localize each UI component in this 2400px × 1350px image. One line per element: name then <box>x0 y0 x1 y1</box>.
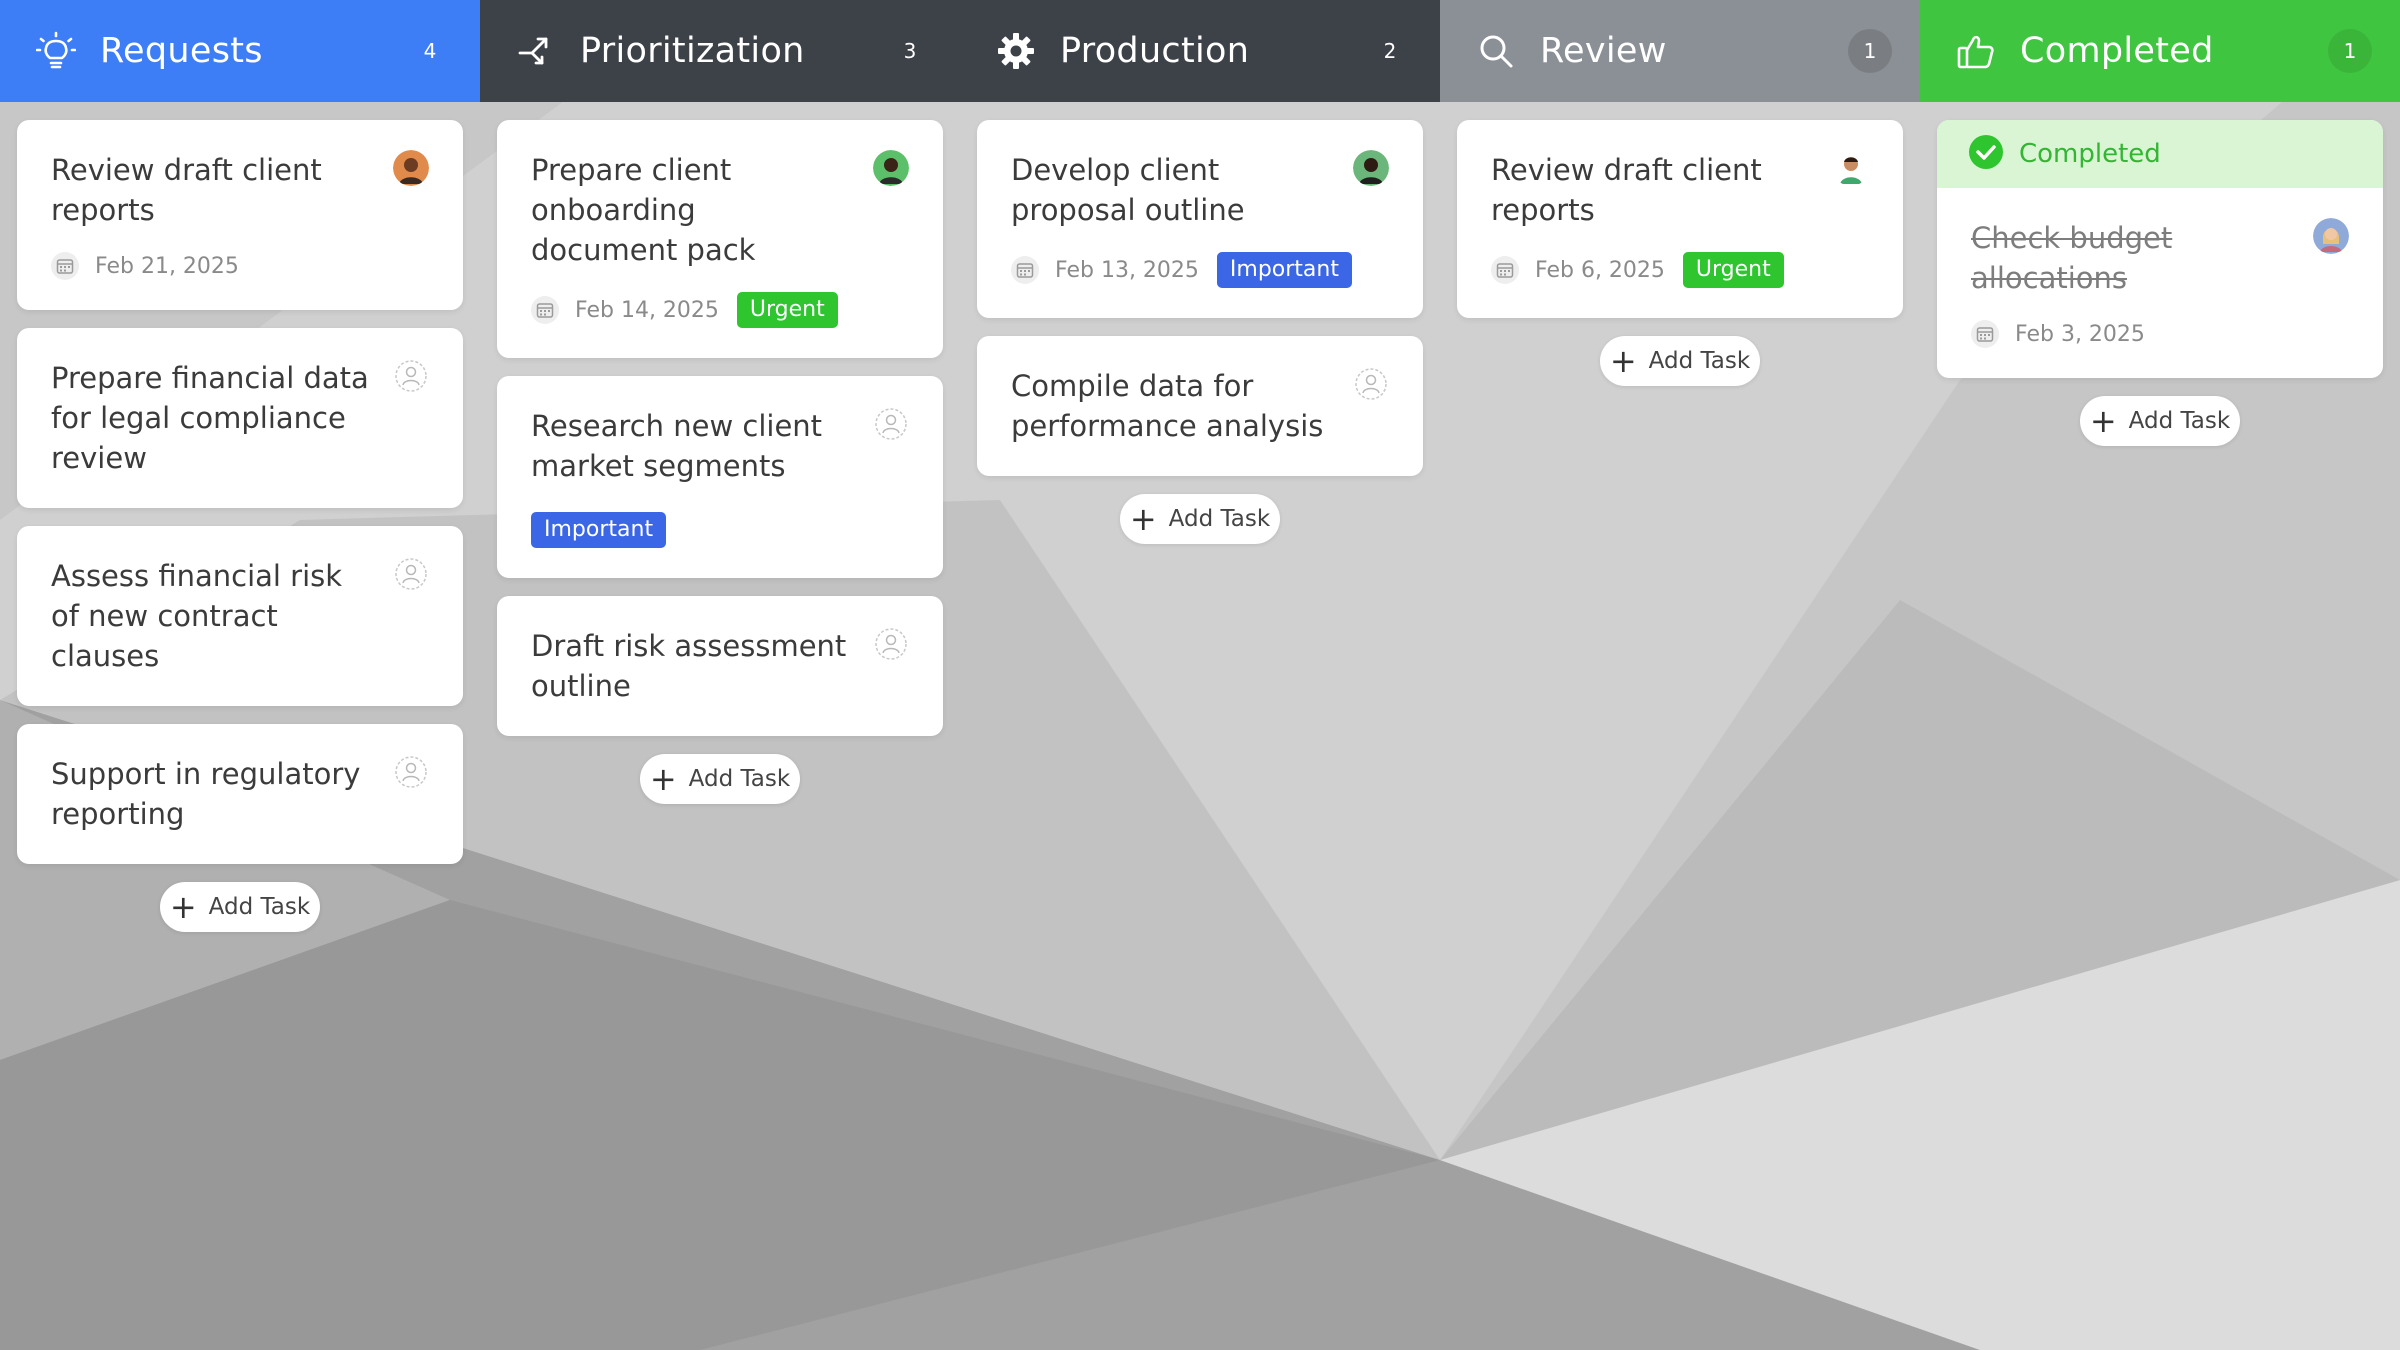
task-card[interactable]: Assess financial risk of new contract cl… <box>17 526 463 706</box>
add-task-button[interactable]: + Add Task <box>2080 396 2240 446</box>
column-completed: Completed 1 Completed Check budget alloc… <box>1920 0 2400 1350</box>
unassigned-user-icon[interactable] <box>393 556 429 592</box>
unassigned-user-icon[interactable] <box>873 626 909 662</box>
task-card[interactable]: Research new client market segments Impo… <box>497 376 943 578</box>
task-title: Draft risk assessment outline <box>531 629 847 703</box>
add-task-label: Add Task <box>1648 348 1751 374</box>
column-count-badge: 3 <box>903 39 917 63</box>
column-header-requests[interactable]: Requests 4 <box>0 0 480 102</box>
add-task-label: Add Task <box>2128 408 2231 434</box>
person-avatar[interactable] <box>873 150 909 186</box>
due-date: Feb 14, 2025 <box>575 297 719 323</box>
important-tag: Important <box>1216 252 1352 288</box>
unassigned-user-icon[interactable] <box>873 406 909 442</box>
task-title: Review draft client reports <box>1491 153 1762 227</box>
task-card[interactable]: Review draft client reports Feb 6, 2025 … <box>1457 120 1903 318</box>
search-icon <box>1474 29 1518 73</box>
unassigned-user-icon[interactable] <box>393 754 429 790</box>
task-card[interactable]: Completed Check budget allocations Feb 3… <box>1937 120 2383 378</box>
column-title: Production <box>1060 31 1250 71</box>
add-task-button[interactable]: + Add Task <box>160 882 320 932</box>
task-title: Prepare financial data for legal complia… <box>51 361 369 475</box>
task-card[interactable]: Review draft client reports Feb 21, 2025 <box>17 120 463 310</box>
add-task-label: Add Task <box>1168 506 1271 532</box>
task-title: Review draft client reports <box>51 153 322 227</box>
plus-icon: + <box>1129 500 1157 538</box>
plus-icon: + <box>1609 342 1637 380</box>
due-date: Feb 3, 2025 <box>2015 321 2145 347</box>
column-review: Review 1 Review draft client reports Feb… <box>1440 0 1920 1350</box>
add-task-label: Add Task <box>208 894 311 920</box>
task-card[interactable]: Prepare client onboarding document pack … <box>497 120 943 358</box>
calendar-icon <box>1011 256 1039 284</box>
column-prioritization: Prioritization 3 Prepare client onboardi… <box>480 0 960 1350</box>
task-card[interactable]: Compile data for performance analysis <box>977 336 1423 476</box>
plus-icon: + <box>649 760 677 798</box>
column-header-completed[interactable]: Completed 1 <box>1920 0 2400 102</box>
unassigned-user-icon[interactable] <box>1353 366 1389 402</box>
add-task-label: Add Task <box>688 766 791 792</box>
check-circle-icon <box>1969 135 2003 173</box>
column-requests: Requests 4 Review draft client reports F… <box>0 0 480 1350</box>
column-title: Review <box>1540 31 1667 71</box>
add-task-button[interactable]: + Add Task <box>640 754 800 804</box>
task-title: Research new client market segments <box>531 409 823 483</box>
due-date: Feb 21, 2025 <box>95 253 239 279</box>
task-title: Compile data for performance analysis <box>1011 369 1324 443</box>
calendar-icon <box>51 252 79 280</box>
unassigned-user-icon[interactable] <box>393 358 429 394</box>
completed-label: Completed <box>2019 139 2161 169</box>
person-avatar[interactable] <box>1833 150 1869 186</box>
task-card[interactable]: Develop client proposal outline Feb 13, … <box>977 120 1423 318</box>
plus-icon: + <box>2089 402 2117 440</box>
task-card[interactable]: Draft risk assessment outline <box>497 596 943 736</box>
prioritize-arrow-icon <box>514 29 558 73</box>
calendar-icon <box>1491 256 1519 284</box>
urgent-tag: Urgent <box>1682 252 1784 288</box>
kanban-board: Requests 4 Review draft client reports F… <box>0 0 2400 1350</box>
task-title: Support in regulatory reporting <box>51 757 361 831</box>
column-count-badge: 1 <box>1848 29 1892 73</box>
due-date: Feb 6, 2025 <box>1535 257 1665 283</box>
column-header-production[interactable]: Production 2 <box>960 0 1440 102</box>
calendar-icon <box>531 296 559 324</box>
plus-icon: + <box>169 888 197 926</box>
lightbulb-icon <box>34 29 78 73</box>
column-header-prioritization[interactable]: Prioritization 3 <box>480 0 960 102</box>
completed-banner: Completed <box>1937 120 2383 188</box>
column-count-badge: 4 <box>423 39 437 63</box>
person-avatar[interactable] <box>2313 218 2349 254</box>
urgent-tag: Urgent <box>736 292 838 328</box>
column-title: Completed <box>2020 31 2214 71</box>
task-card[interactable]: Prepare financial data for legal complia… <box>17 328 463 508</box>
column-title: Requests <box>100 31 263 71</box>
column-title: Prioritization <box>580 31 805 71</box>
add-task-button[interactable]: + Add Task <box>1120 494 1280 544</box>
thumbs-up-icon <box>1954 29 1998 73</box>
task-card[interactable]: Support in regulatory reporting <box>17 724 463 864</box>
calendar-icon <box>1971 320 1999 348</box>
person-avatar[interactable] <box>1353 150 1389 186</box>
due-date: Feb 13, 2025 <box>1055 257 1199 283</box>
task-title: Develop client proposal outline <box>1011 153 1245 227</box>
column-count-badge: 1 <box>2328 29 2372 73</box>
important-tag: Important <box>531 512 667 548</box>
task-title: Check budget allocations <box>1971 221 2173 295</box>
gear-icon <box>994 29 1038 73</box>
task-title: Prepare client onboarding document pack <box>531 153 756 267</box>
column-production: Production 2 Develop client proposal out… <box>960 0 1440 1350</box>
column-header-review[interactable]: Review 1 <box>1440 0 1920 102</box>
task-title: Assess financial risk of new contract cl… <box>51 559 343 673</box>
add-task-button[interactable]: + Add Task <box>1600 336 1760 386</box>
column-count-badge: 2 <box>1383 39 1397 63</box>
person-avatar[interactable] <box>393 150 429 186</box>
